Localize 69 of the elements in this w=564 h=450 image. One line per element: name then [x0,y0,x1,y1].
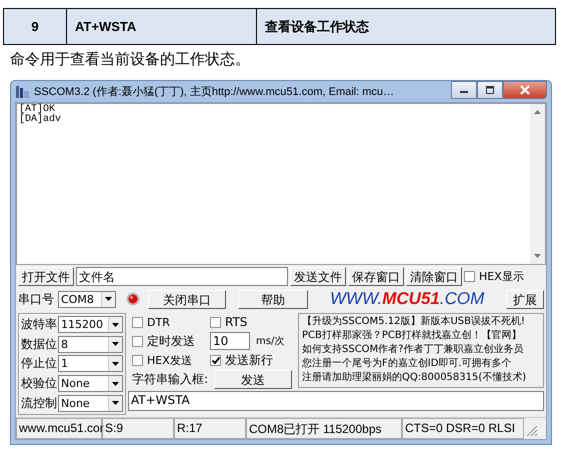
checkbox[interactable] [464,270,475,282]
check-icon [211,356,220,364]
setting-select[interactable]: 115200 [58,316,123,334]
interval-unit: ms/次 [256,335,284,348]
receive-line: [AT]OK [19,105,56,115]
setting-label: 数据位 [21,336,57,353]
notice-line: 【升级为SSCOM5.12版】新版本USB误拔不死机! [302,315,526,329]
help-button[interactable]: 帮助 [238,290,308,308]
port-select[interactable]: COM8 [58,290,116,308]
notice-line: 如何支持SSCOM作者?作者丁丁兼职嘉立创业务员 [302,343,524,357]
checkbox[interactable] [210,354,221,366]
input-label: 字符串输入框: [132,370,208,388]
setting-select[interactable]: None [58,375,123,392]
interval-field[interactable]: 10 [210,332,250,350]
resize-grip-icon [524,423,540,439]
setting-label: 校验位 [21,375,57,392]
table-cell: AT+WSTA [67,9,257,44]
setting-select[interactable]: None [58,394,123,412]
caret-icon [104,296,113,302]
checkbox-label: RTS [225,315,248,329]
maximize-icon [484,85,496,95]
setting-label: 停止位 [21,355,57,372]
checkbox[interactable] [132,354,143,366]
table-cell: 9 [4,9,67,44]
description-text: 命令用于查看当前设备的工作状态。 [10,50,251,70]
close-port-button[interactable]: 关闭串口 [148,290,226,308]
window-action-button[interactable]: 发送文件 [290,266,346,286]
setting-label: 流控制 [21,394,57,412]
app-icon [15,84,30,99]
status-segment: R:17 [174,418,246,439]
setting-select[interactable]: 8 [58,336,123,353]
table-cell-text: 查看设备工作状态 [264,18,370,36]
checkbox[interactable] [132,316,143,328]
checkbox-label: 发送新行 [225,352,273,368]
expand-button[interactable]: 扩展 [506,290,544,308]
port-label: 串口号 [18,290,54,308]
file-name-field[interactable]: 文件名 [76,266,288,286]
maximize-button[interactable] [477,81,503,99]
close-icon [519,85,531,95]
checkbox-label: DTR [147,316,170,328]
caret-icon [111,341,120,348]
caret-icon [111,360,120,367]
caret-icon [111,322,120,328]
caret-icon [111,380,120,387]
notice-line: 注册请加助理梁丽娟的QQ:800058315(不懂技术) [302,371,528,385]
status-segment: CTS=0 DSR=0 RLSI [402,418,524,439]
website-logo: WWW.MCU51.COM [330,289,484,309]
checkbox[interactable] [210,316,221,328]
caret-icon [111,400,120,406]
status-segment: S:9 [102,418,174,439]
close-button[interactable] [503,81,547,99]
window-action-button[interactable]: 保存窗口 [348,266,404,286]
status-segment: www.mcu51.cor [16,418,102,439]
notice-line: PCB打样那家强？PCB打样就找嘉立创！【官网】 [302,329,523,343]
status-segment: COM8已打开 115200bps [246,418,402,439]
open-file-button[interactable]: 打开文件 [18,266,74,286]
minimize-button[interactable] [451,81,477,99]
receive-line: [DA]adv [19,115,62,125]
notice-line: 您注册一个尾号为F的嘉立创ID即可.可拥有多个 [302,357,513,371]
send-input-field[interactable]: AT+WSTA [128,391,544,411]
checkbox-label: HEX显示 [479,268,524,284]
window-title: SSCOM3.2 (作者:聂小猛(丁丁), 主页http://www.mcu51.com, Email: mcu… [34,84,396,99]
checkbox[interactable] [132,336,143,346]
window-action-button[interactable]: 清除窗口 [406,266,462,286]
setting-label: 波特率 [21,316,57,334]
send-button[interactable]: 发送 [214,370,292,388]
setting-select[interactable]: 1 [58,355,123,372]
checkbox-label: HEX发送 [147,352,192,368]
checkbox-label: 定时发送 [147,332,195,350]
